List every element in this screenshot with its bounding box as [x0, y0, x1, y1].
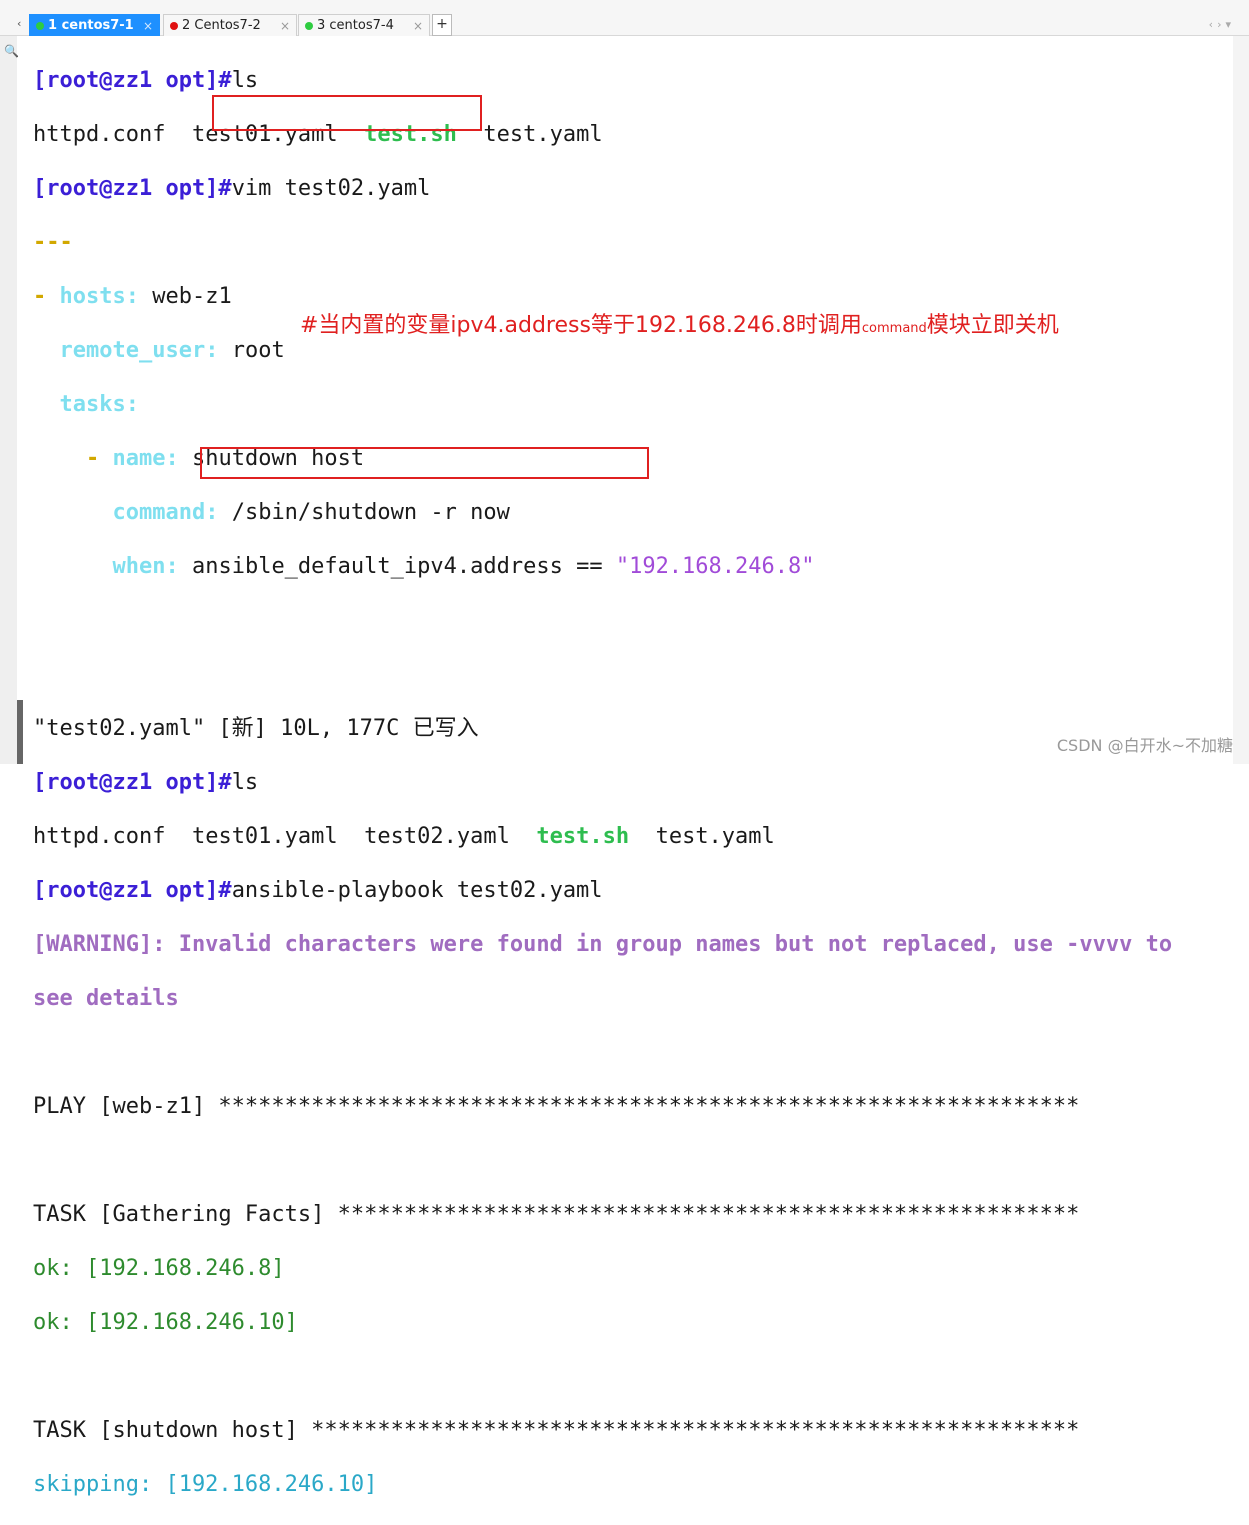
close-tab-icon[interactable]: × [280, 15, 290, 37]
skipping-result: skipping: [192.168.246.10] [33, 1472, 378, 1497]
terminal-line: ok: [192.168.246.10] [33, 1309, 1172, 1336]
warning-text: see details [33, 986, 179, 1011]
file-name: httpd.conf [33, 824, 166, 849]
terminal-line: see details [33, 985, 1172, 1012]
terminal-line: [root@zz1 opt]#ls [33, 67, 1172, 94]
ok-result: ok: [192.168.246.10] [33, 1310, 298, 1335]
file-name: test02.yaml [364, 824, 510, 849]
yaml-value: web-z1 [152, 284, 232, 309]
terminal-line: [root@zz1 opt]#vim test02.yaml [33, 175, 1172, 202]
yaml-value: ansible_default_ipv4.address == [191, 554, 603, 579]
chevron-left-icon[interactable]: ‹ [1209, 18, 1217, 31]
close-tab-icon[interactable]: × [143, 15, 153, 37]
command-text: ls [231, 770, 259, 795]
annotation-box-playbook [200, 447, 649, 479]
shell-prompt: [root@zz1 opt]# [33, 68, 232, 93]
yaml-key: hosts: [59, 284, 139, 309]
yaml-dash: - [85, 446, 100, 471]
tab-centos7-4[interactable]: 3 centos7-4 × [298, 14, 430, 36]
command-text: ls [231, 68, 259, 93]
tab-bar: ‹ 1 centos7-1 × 2 Centos7-2 × 3 centos7-… [0, 0, 1249, 36]
file-name: httpd.conf [33, 122, 166, 147]
executable-file-name: test.sh [536, 824, 630, 849]
left-scroll-handle[interactable] [17, 700, 23, 764]
play-header: PLAY [web-z1] **************************… [33, 1094, 1080, 1119]
annotation-text: 模块立即关机 [926, 313, 1059, 338]
annotation-box-vim [212, 95, 482, 131]
task-header: TASK [Gathering Facts] *****************… [33, 1202, 1080, 1227]
yaml-doc-start: --- [33, 230, 73, 255]
terminal-line: TASK [shutdown host] *******************… [33, 1417, 1172, 1444]
shell-prompt: [root@zz1 opt]# [33, 770, 232, 795]
terminal-line: [root@zz1 opt]#ansible-playbook test02.y… [33, 877, 1172, 904]
yaml-key: tasks: [59, 392, 139, 417]
tab-centos7-1[interactable]: 1 centos7-1 × [29, 14, 160, 36]
left-gutter: 🔍 [0, 36, 19, 764]
shell-prompt: [root@zz1 opt]# [33, 878, 232, 903]
connected-status-icon [305, 22, 313, 30]
file-name: test.yaml [483, 122, 603, 147]
terminal-output[interactable]: [root@zz1 opt]#ls httpd.conf test01.yaml… [33, 40, 1172, 1525]
file-name: test01.yaml [191, 824, 338, 849]
terminal-line: TASK [Gathering Facts] *****************… [33, 1201, 1172, 1228]
warning-text: [WARNING]: Invalid characters were found… [33, 932, 1173, 957]
annotation-text-small: command [861, 321, 927, 336]
search-icon[interactable]: 🔍 [4, 44, 19, 58]
terminal-line: httpd.conf test01.yaml test02.yaml test.… [33, 823, 1172, 850]
yaml-line: when: ansible_default_ipv4.address == "1… [33, 553, 1172, 580]
annotation-comment: #当内置的变量ipv4.address等于192.168.246.8时调用com… [300, 312, 1059, 343]
yaml-value: root [231, 338, 285, 363]
close-tab-icon[interactable]: × [413, 15, 423, 37]
command-text: ansible-playbook test02.yaml [231, 878, 603, 903]
yaml-key: remote_user: [59, 338, 219, 363]
terminal-line: ok: [192.168.246.8] [33, 1255, 1172, 1282]
tab-label: 2 Centos7-2 [182, 18, 261, 33]
tab-navigation[interactable]: ‹›▾ [1209, 18, 1235, 31]
tab-centos7-2[interactable]: 2 Centos7-2 × [163, 14, 297, 36]
yaml-line: command: /sbin/shutdown -r now [33, 499, 1172, 526]
yaml-line: tasks: [33, 391, 1172, 418]
yaml-key: when: [112, 554, 179, 579]
yaml-dash: - [33, 284, 47, 309]
disconnected-status-icon [170, 22, 178, 30]
shell-prompt: [root@zz1 opt]# [33, 176, 232, 201]
add-tab-button[interactable]: + [432, 14, 452, 36]
terminal-line: [WARNING]: Invalid characters were found… [33, 931, 1172, 958]
task-header: TASK [shutdown host] *******************… [33, 1418, 1080, 1443]
yaml-key: name: [112, 446, 179, 471]
command-text: vim test02.yaml [231, 176, 431, 201]
chevron-down-icon[interactable]: ▾ [1225, 18, 1235, 31]
terminal-line: skipping: [192.168.246.10] [33, 1471, 1172, 1498]
tab-label: 1 centos7-1 [48, 18, 134, 33]
ok-result: ok: [192.168.246.8] [33, 1256, 285, 1281]
tab-scroll-left-icon[interactable]: ‹ [17, 17, 21, 30]
vertical-scrollbar[interactable] [1233, 36, 1249, 764]
terminal-line: [root@zz1 opt]#ls [33, 769, 1172, 796]
file-name: test.yaml [655, 824, 775, 849]
yaml-line: - hosts: web-z1 [33, 283, 1172, 310]
connected-status-icon [36, 22, 44, 30]
yaml-string: "192.168.246.8" [615, 554, 815, 579]
yaml-key: command: [112, 500, 219, 525]
terminal-line: PLAY [web-z1] **************************… [33, 1093, 1172, 1120]
watermark: CSDN @白开水~不加糖 [1056, 736, 1233, 755]
terminal-line: "test02.yaml" [新] 10L, 177C 已写入 [33, 715, 1172, 742]
tab-label: 3 centos7-4 [317, 18, 394, 33]
terminal-line: httpd.conf test01.yaml test.sh test.yaml [33, 121, 1172, 148]
annotation-text: #当内置的变量ipv4.address等于192.168.246.8时调用 [300, 313, 862, 338]
vim-written-message: "test02.yaml" [新] 10L, 177C 已写入 [33, 716, 479, 741]
yaml-value: /sbin/shutdown -r now [231, 500, 510, 525]
yaml-line: --- [33, 229, 1172, 256]
